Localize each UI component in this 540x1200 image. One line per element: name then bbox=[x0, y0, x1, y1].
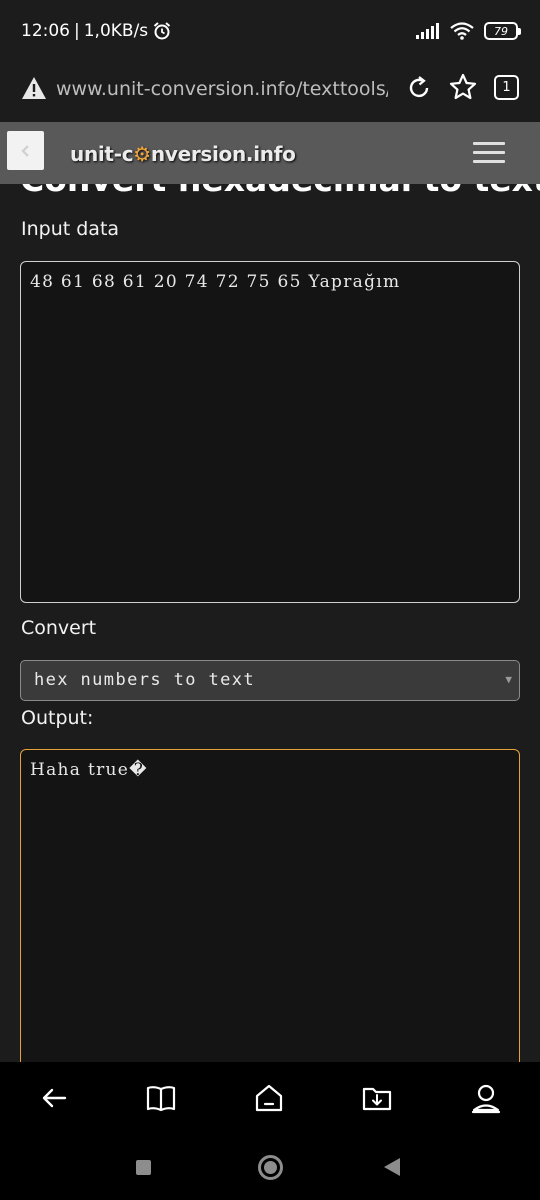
hamburger-menu-icon[interactable] bbox=[473, 142, 505, 164]
address-bar: www.unit-conversion.info/texttools/hexad… bbox=[0, 62, 540, 122]
input-textarea[interactable]: 48 61 68 61 20 74 72 75 65 Yaprağım bbox=[20, 261, 520, 603]
logo-suffix: nversion.info bbox=[150, 142, 296, 166]
system-nav-bar bbox=[0, 1136, 540, 1200]
signal-icon bbox=[416, 23, 439, 39]
recents-icon[interactable] bbox=[136, 1160, 151, 1175]
logo-prefix: unit-c bbox=[70, 142, 134, 166]
battery-level: 79 bbox=[494, 24, 508, 38]
alarm-icon bbox=[154, 22, 171, 40]
reload-icon[interactable] bbox=[405, 74, 433, 102]
site-logo[interactable]: unit-c⚙nversion.info bbox=[70, 142, 296, 166]
url-field[interactable]: www.unit-conversion.info/texttools/hexad… bbox=[56, 78, 388, 100]
convert-select[interactable]: hex numbers to text ▼ bbox=[20, 660, 520, 701]
status-bar: 12:06 | 1,0KB/s 79 bbox=[0, 0, 540, 62]
chevron-left-icon bbox=[20, 144, 29, 157]
network-speed: 1,0KB/s bbox=[83, 21, 149, 41]
site-back-button[interactable] bbox=[7, 131, 44, 170]
tab-count: 1 bbox=[502, 80, 511, 95]
page-content: Convert hexadecimal to text Input data 4… bbox=[0, 122, 540, 1062]
profile-icon[interactable] bbox=[469, 1081, 503, 1115]
site-header: unit-c⚙nversion.info bbox=[0, 122, 540, 184]
back-arrow-icon[interactable] bbox=[37, 1081, 71, 1115]
status-separator: | bbox=[74, 21, 80, 41]
convert-label: Convert bbox=[21, 617, 97, 639]
status-left: 12:06 | 1,0KB/s bbox=[21, 21, 172, 41]
output-textarea[interactable]: Haha true� bbox=[20, 749, 520, 1062]
home-circle-icon[interactable] bbox=[258, 1155, 283, 1180]
download-folder-icon[interactable] bbox=[360, 1081, 394, 1115]
output-label: Output: bbox=[21, 707, 94, 729]
status-time: 12:06 bbox=[21, 21, 70, 41]
chevron-down-icon: ▼ bbox=[505, 673, 512, 686]
browser-bottom-bar bbox=[0, 1062, 540, 1136]
status-right: 79 bbox=[416, 22, 521, 40]
input-label: Input data bbox=[21, 218, 120, 240]
book-icon[interactable] bbox=[144, 1081, 178, 1115]
gear-icon: ⚙ bbox=[133, 142, 151, 166]
star-icon[interactable] bbox=[449, 73, 477, 101]
convert-selected-value: hex numbers to text bbox=[34, 670, 256, 690]
warning-icon[interactable] bbox=[21, 76, 47, 100]
wifi-icon bbox=[450, 22, 474, 40]
back-triangle-icon[interactable] bbox=[384, 1158, 400, 1176]
home-icon[interactable] bbox=[252, 1081, 286, 1115]
tabs-icon[interactable]: 1 bbox=[494, 75, 519, 100]
battery-icon: 79 bbox=[484, 22, 521, 40]
